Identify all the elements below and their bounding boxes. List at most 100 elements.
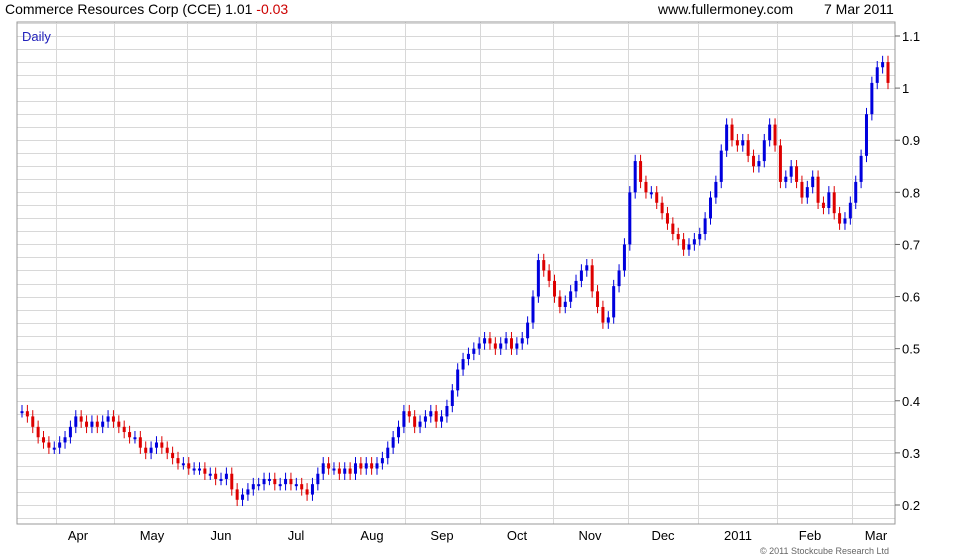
candle-body	[579, 270, 583, 281]
candle-body	[795, 166, 799, 182]
candle-body	[886, 62, 890, 83]
candle-body	[79, 416, 83, 422]
candle-body	[391, 437, 395, 448]
candle-body	[246, 489, 250, 495]
candle-body	[676, 234, 680, 240]
candle-body	[644, 181, 648, 193]
candle-body	[832, 192, 836, 214]
y-tick-label: 0.5	[902, 342, 920, 357]
candle-body	[692, 239, 696, 245]
candle-body	[741, 140, 745, 146]
y-tick-label: 0.2	[902, 498, 920, 513]
candle-body	[316, 473, 320, 485]
candle-body	[671, 223, 675, 235]
candle-body	[300, 484, 304, 490]
candle-body	[42, 437, 46, 443]
candle-body	[224, 473, 228, 479]
candle-body	[563, 301, 567, 307]
candle-body	[881, 62, 885, 68]
candle-body	[423, 416, 427, 422]
candle-body	[235, 489, 239, 500]
candle-body	[165, 447, 169, 453]
candle-body	[536, 260, 540, 297]
candle-body	[106, 416, 110, 422]
candle-body	[520, 338, 524, 344]
candle-body	[875, 67, 879, 83]
candle-body	[58, 442, 62, 448]
candle-body	[176, 458, 180, 464]
candle-body	[628, 192, 632, 245]
candle-body	[725, 124, 729, 151]
candle-body	[805, 187, 809, 198]
candle-body	[20, 411, 24, 414]
candle-body	[596, 291, 600, 307]
candle-body	[402, 411, 406, 427]
candle-body	[251, 484, 255, 490]
candle-body	[773, 124, 777, 146]
y-tick-label: 0.9	[902, 133, 920, 148]
candle-body	[181, 463, 185, 466]
candle-body	[456, 369, 460, 391]
candle-body	[289, 478, 293, 485]
candle-body	[854, 181, 858, 203]
candle-body	[778, 145, 782, 182]
candle-body	[531, 296, 535, 323]
candle-body	[63, 437, 67, 443]
candle-body	[359, 463, 363, 469]
x-tick-label: May	[140, 528, 165, 543]
x-tick-label: Jun	[211, 528, 232, 543]
candle-body	[321, 463, 325, 474]
candle-body	[192, 468, 196, 471]
candle-body	[364, 463, 368, 469]
candle-body	[499, 343, 503, 349]
y-tick-label: 0.6	[902, 290, 920, 305]
candle-body	[262, 478, 266, 485]
candle-body	[429, 411, 433, 417]
x-tick-label: Dec	[651, 528, 675, 543]
candle-body	[241, 494, 245, 500]
candle-body	[633, 161, 637, 193]
candle-body	[397, 426, 401, 438]
candle-body	[418, 421, 422, 427]
candle-body	[219, 478, 223, 481]
candle-body	[800, 181, 804, 198]
candle-body	[719, 150, 723, 182]
candle-body	[848, 202, 852, 219]
candle-body	[154, 442, 158, 448]
candle-body	[413, 416, 417, 427]
candle-body	[101, 421, 105, 427]
candle-body	[757, 161, 761, 167]
candle-body	[461, 359, 465, 370]
candle-body	[68, 426, 72, 438]
candle-body	[472, 348, 476, 354]
candle-body	[117, 421, 121, 427]
candle-body	[612, 286, 616, 318]
candle-body	[574, 280, 578, 292]
x-tick-label: Nov	[578, 528, 602, 543]
candle-body	[305, 489, 309, 495]
candle-body	[337, 468, 341, 474]
candle-body	[122, 426, 126, 433]
candle-body	[682, 239, 686, 250]
candle-body	[504, 338, 508, 344]
candle-body	[440, 416, 444, 422]
candle-body	[859, 155, 863, 182]
y-tick-label: 0.8	[902, 185, 920, 200]
candle-body	[703, 218, 707, 235]
y-tick-label: 0.7	[902, 237, 920, 252]
candle-body	[343, 468, 347, 474]
candle-body	[558, 296, 562, 307]
x-tick-label: Sep	[430, 528, 453, 543]
candle-body	[171, 452, 175, 459]
candle-body	[138, 437, 142, 448]
candle-body	[606, 317, 610, 323]
candle-body	[547, 270, 551, 281]
candle-body	[273, 478, 277, 485]
candle-body	[284, 478, 288, 485]
candle-body	[407, 411, 411, 417]
candle-body	[208, 473, 212, 476]
copyright: © 2011 Stockcube Research Ltd	[760, 546, 890, 556]
candle-body	[714, 181, 718, 198]
x-tick-label: Aug	[360, 528, 383, 543]
candle-body	[52, 447, 56, 450]
